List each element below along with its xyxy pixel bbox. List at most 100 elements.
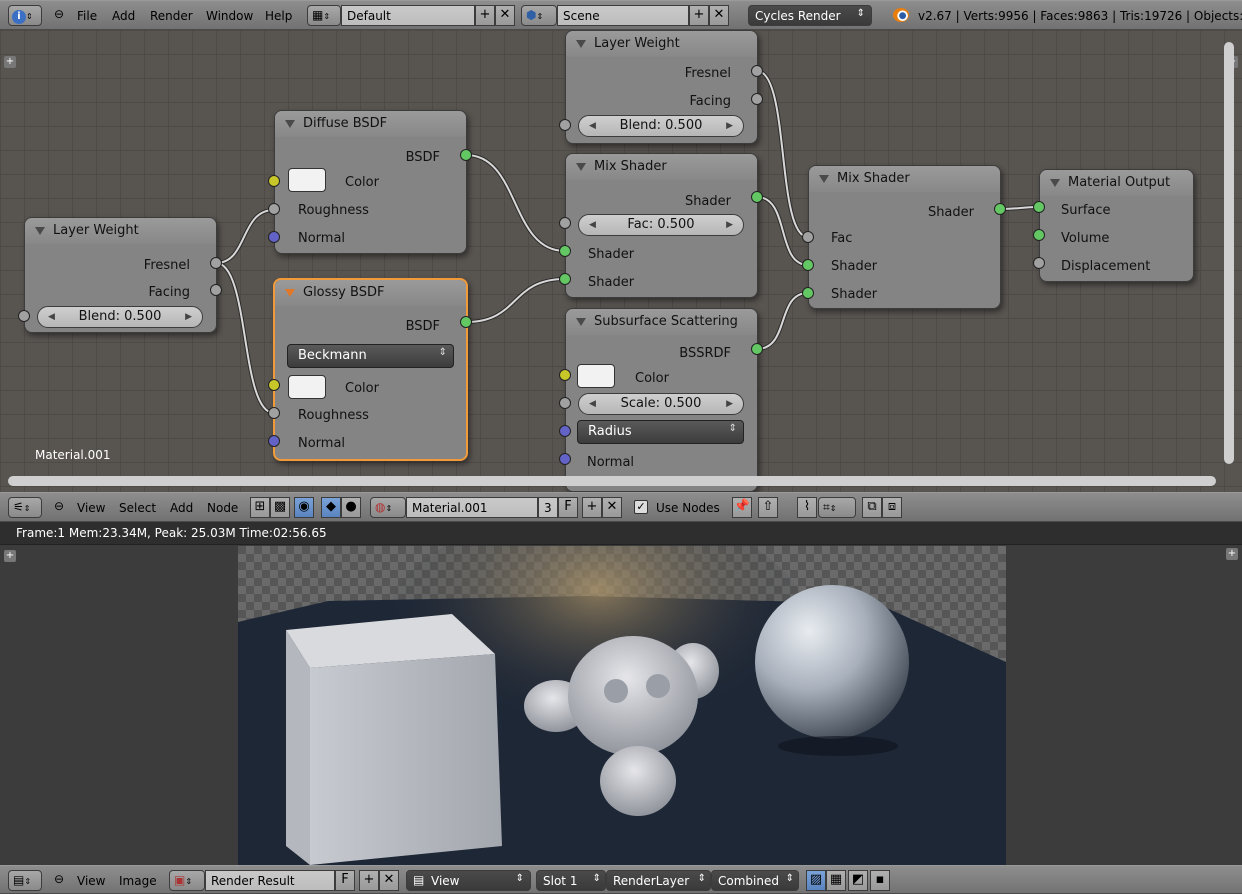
paste-nodes-icon[interactable]: ⧈ xyxy=(882,497,902,518)
unlink-material-button[interactable]: ✕ xyxy=(602,497,622,518)
node-mix-shader-1[interactable]: Mix Shader Shader ◀ Fac: 0.500 ▶ Shader … xyxy=(565,153,758,298)
material-tree-button[interactable]: ◉ xyxy=(294,497,314,518)
material-browse-button[interactable]: ◍⇕ xyxy=(370,497,406,518)
node-glossy-bsdf[interactable]: Glossy BSDF BSDF Beckmann ⇕ Color Roughn… xyxy=(273,278,468,461)
node-layer-weight-2[interactable]: Layer Weight Fresnel Facing ◀ Blend: 0.5… xyxy=(565,30,758,144)
socket-lw2-facing-out[interactable] xyxy=(751,93,763,105)
texture-tree-button[interactable]: ▩ xyxy=(270,497,290,518)
socket-mix1-shader-b-in[interactable] xyxy=(559,273,571,285)
socket-sss-radius-in[interactable] xyxy=(559,425,571,437)
menu-render[interactable]: Render xyxy=(150,9,193,23)
sss-color-swatch[interactable] xyxy=(577,364,615,388)
blend-slider[interactable]: ◀ Blend: 0.500 ▶ xyxy=(37,306,203,328)
draw-zbuffer-icon[interactable]: ▪ xyxy=(870,870,890,891)
socket-diffuse-color-in[interactable] xyxy=(268,175,280,187)
blend-slider[interactable]: ◀ Blend: 0.500 ▶ xyxy=(578,115,744,137)
draw-alpha-icon[interactable]: ◩ xyxy=(848,870,868,891)
snap-toggle-icon[interactable]: ⌇ xyxy=(797,497,817,518)
diffuse-color-swatch[interactable] xyxy=(288,168,326,192)
node-material-output[interactable]: Material Output Surface Volume Displacem… xyxy=(1039,169,1194,282)
socket-mix2-shader-out[interactable] xyxy=(994,203,1006,215)
node-title[interactable]: Layer Weight xyxy=(25,218,216,244)
delete-layout-button[interactable]: ✕ xyxy=(495,5,515,26)
socket-glossy-normal-in[interactable] xyxy=(268,435,280,447)
socket-blend-in[interactable] xyxy=(18,310,30,322)
vertical-scrollbar[interactable] xyxy=(1224,42,1234,464)
scene-name-field[interactable]: Scene xyxy=(557,5,689,26)
material-users-count[interactable]: 3 xyxy=(538,497,558,518)
fake-user-button[interactable]: F xyxy=(335,870,355,891)
node-mix-shader-2[interactable]: Mix Shader Shader Fac Shader Shader xyxy=(808,165,1001,309)
socket-mix2-shader-b-in[interactable] xyxy=(802,287,814,299)
menu-select[interactable]: Select xyxy=(119,501,156,515)
socket-diffuse-normal-in[interactable] xyxy=(268,231,280,243)
node-editor-canvas[interactable]: Layer Weight Fresnel Facing ◀ Blend: 0.5… xyxy=(0,30,1242,492)
corner-plus-icon[interactable]: + xyxy=(4,550,16,562)
editor-type-node[interactable]: ⚟⇕ xyxy=(8,497,42,518)
object-shader-button[interactable]: ◆ xyxy=(321,497,341,518)
node-title[interactable]: Subsurface Scattering xyxy=(566,309,757,335)
socket-mix2-fac-in[interactable] xyxy=(802,231,814,243)
menu-add[interactable]: Add xyxy=(112,9,135,23)
node-title[interactable]: Layer Weight xyxy=(566,31,757,57)
socket-diffuse-roughness-in[interactable] xyxy=(268,203,280,215)
collapse-icon[interactable]: ⊖ xyxy=(54,499,64,513)
collapse-icon[interactable]: ⊖ xyxy=(54,872,64,886)
layout-type-button[interactable]: ▦⇕ xyxy=(307,5,341,26)
fake-user-button[interactable]: F xyxy=(558,497,578,518)
node-title[interactable]: Material Output xyxy=(1040,170,1193,196)
pin-icon[interactable]: 📌 xyxy=(732,497,752,518)
menu-help[interactable]: Help xyxy=(265,9,292,23)
draw-rgb-icon[interactable]: ▦ xyxy=(826,870,846,891)
menu-view[interactable]: View xyxy=(77,501,105,515)
render-engine-select[interactable]: Cycles Render ⇕ xyxy=(748,5,872,26)
collapse-icon[interactable]: ⊖ xyxy=(54,7,64,21)
horizontal-scrollbar[interactable] xyxy=(8,476,1216,486)
menu-file[interactable]: File xyxy=(77,9,97,23)
menu-node[interactable]: Node xyxy=(207,501,238,515)
socket-sss-normal-in[interactable] xyxy=(559,453,571,465)
corner-plus-icon-right[interactable]: + xyxy=(1226,548,1238,560)
socket-glossy-roughness-in[interactable] xyxy=(268,407,280,419)
socket-glossy-bsdf-out[interactable] xyxy=(460,316,472,328)
editor-type-image[interactable]: ▤⇕ xyxy=(8,870,42,891)
radius-select[interactable]: Radius ⇕ xyxy=(577,420,744,444)
add-layout-button[interactable]: + xyxy=(475,5,495,26)
socket-glossy-color-in[interactable] xyxy=(268,379,280,391)
layout-name-field[interactable]: Default xyxy=(341,5,475,26)
view-mode-select[interactable]: ▤ View ⇕ xyxy=(406,870,531,891)
fac-slider[interactable]: ◀ Fac: 0.500 ▶ xyxy=(578,214,744,236)
world-shader-button[interactable]: ● xyxy=(341,497,361,518)
add-scene-button[interactable]: + xyxy=(689,5,709,26)
socket-lw2-blend-in[interactable] xyxy=(559,119,571,131)
scene-type-button[interactable]: ⬢⇕ xyxy=(521,5,557,26)
draw-rgb-alpha-icon[interactable]: ▨ xyxy=(806,870,826,891)
menu-image[interactable]: Image xyxy=(119,874,157,888)
socket-mix1-fac-in[interactable] xyxy=(559,217,571,229)
socket-output-surface-in[interactable] xyxy=(1033,201,1045,213)
socket-lw2-fresnel-out[interactable] xyxy=(751,65,763,77)
socket-diffuse-bsdf-out[interactable] xyxy=(460,149,472,161)
snap-element-select[interactable]: ⌗⇕ xyxy=(818,497,856,518)
node-title[interactable]: Mix Shader xyxy=(566,154,757,180)
socket-fresnel-out[interactable] xyxy=(210,257,222,269)
image-name-field[interactable]: Render Result xyxy=(205,870,335,891)
editor-type-info[interactable]: i ⇕ xyxy=(8,5,42,26)
shader-tree-button[interactable]: ⊞ xyxy=(250,497,270,518)
node-title[interactable]: Diffuse BSDF xyxy=(275,111,466,137)
render-layer-select[interactable]: RenderLayer ⇕ xyxy=(606,870,711,891)
socket-sss-scale-in[interactable] xyxy=(559,397,571,409)
socket-mix1-shader-a-in[interactable] xyxy=(559,245,571,257)
socket-mix1-shader-out[interactable] xyxy=(751,191,763,203)
node-layer-weight-1[interactable]: Layer Weight Fresnel Facing ◀ Blend: 0.5… xyxy=(24,217,217,333)
node-title[interactable]: Glossy BSDF xyxy=(275,280,466,306)
distribution-select[interactable]: Beckmann ⇕ xyxy=(287,344,454,368)
scale-slider[interactable]: ◀ Scale: 0.500 ▶ xyxy=(578,393,744,415)
node-diffuse-bsdf[interactable]: Diffuse BSDF BSDF Color Roughness Normal xyxy=(274,110,467,254)
slot-select[interactable]: Slot 1 ⇕ xyxy=(536,870,606,891)
socket-facing-out[interactable] xyxy=(210,284,222,296)
socket-output-displacement-in[interactable] xyxy=(1033,257,1045,269)
menu-view[interactable]: View xyxy=(77,874,105,888)
node-subsurface-scattering[interactable]: Subsurface Scattering BSSRDF Color ◀ Sca… xyxy=(565,308,758,492)
socket-sss-bssrdf-out[interactable] xyxy=(751,343,763,355)
